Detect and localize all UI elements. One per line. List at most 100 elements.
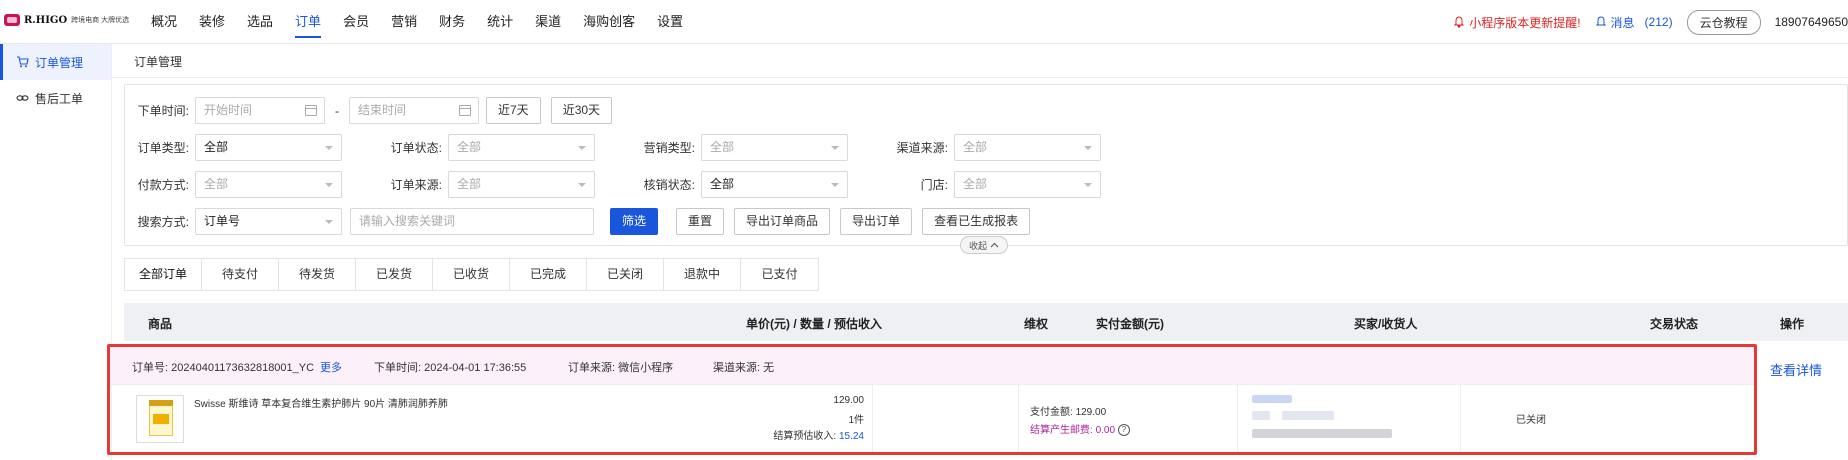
unit-price: 129.00	[833, 395, 864, 406]
link-icon	[16, 95, 29, 101]
chevron-down-icon	[578, 183, 586, 187]
sidebar-item-label: 订单管理	[35, 55, 84, 70]
tab-refunding[interactable]: 退款中	[664, 259, 741, 290]
view-reports-button[interactable]: 查看已生成报表	[922, 208, 1031, 235]
col-actions: 操作	[1780, 317, 1805, 331]
calendar-icon	[459, 105, 471, 116]
verify-status-value: 全部	[710, 177, 735, 191]
nav-item-finance[interactable]: 财务	[428, 0, 476, 44]
receiver-address-redacted	[1252, 429, 1392, 438]
filter-button[interactable]: 筛选	[610, 208, 659, 235]
nav-item-channels[interactable]: 渠道	[524, 0, 572, 44]
column-divider	[1237, 385, 1238, 452]
bell-icon	[1595, 16, 1606, 26]
price-column: 129.00 1件 结算预估收入: 15.24	[650, 395, 864, 447]
nav-item-products[interactable]: 选品	[236, 0, 284, 44]
tab-all-orders[interactable]: 全部订单	[125, 259, 202, 290]
paid-amount: 支付金额: 129.00	[1030, 403, 1130, 418]
nav-item-creators[interactable]: 海购创客	[572, 0, 646, 44]
last-7-days-button[interactable]: 近7天	[486, 97, 541, 124]
pay-method-select[interactable]: 全部	[195, 171, 342, 198]
brand-logo[interactable]: R.HIGO 跨境电商 大牌优选	[4, 14, 129, 26]
search-method-select[interactable]: 订单号	[195, 208, 342, 235]
account-phone[interactable]: 18907649650	[1775, 15, 1848, 29]
tab-received[interactable]: 已收货	[433, 259, 510, 290]
brand-logo-mark-icon	[4, 14, 20, 26]
chevron-down-icon	[831, 146, 839, 150]
order-status-select[interactable]: 全部	[448, 134, 595, 161]
filter-row-time: 下单时间: 开始时间 - 结束时间 近7天 近30天	[125, 97, 613, 124]
nav-item-settings[interactable]: 设置	[646, 0, 694, 44]
top-right-area: 小程序版本更新提醒! 消息 (212) 云仓教程 18907649650	[1453, 0, 1848, 44]
chevron-down-icon	[1084, 146, 1092, 150]
calendar-icon	[305, 105, 317, 116]
order-source: 订单来源: 微信小程序	[568, 359, 673, 375]
export-orders-button[interactable]: 导出订单	[840, 208, 913, 235]
store-select[interactable]: 全部	[954, 171, 1101, 198]
order-status-value: 全部	[457, 140, 482, 154]
brand-tagline: 跨境电商 大牌优选	[71, 17, 130, 24]
cloud-tutorial-button[interactable]: 云仓教程	[1686, 9, 1761, 35]
order-card-header: 订单号: 20240401173632818001_YC 更多 下单时间: 20…	[110, 347, 1754, 385]
update-notice[interactable]: 小程序版本更新提醒!	[1453, 14, 1581, 31]
search-input[interactable]: 请输入搜索关键词	[350, 208, 594, 235]
channel-source-label: 渠道来源:	[896, 141, 948, 155]
nav-item-orders[interactable]: 订单	[284, 0, 332, 44]
nav-item-statistics[interactable]: 统计	[476, 0, 524, 44]
column-divider	[872, 385, 873, 452]
chevron-down-icon	[325, 146, 333, 150]
tab-pending-shipment[interactable]: 待发货	[279, 259, 356, 290]
last-30-days-button[interactable]: 近30天	[550, 97, 613, 124]
settlement-fee-label: 结算产生邮费:	[1030, 425, 1093, 436]
search-placeholder: 请输入搜索关键词	[359, 214, 456, 228]
tab-paid[interactable]: 已支付	[741, 259, 818, 290]
product-lid-image	[149, 400, 173, 406]
order-source-select[interactable]: 全部	[448, 171, 595, 198]
nav-item-decoration[interactable]: 装修	[188, 0, 236, 44]
nav-item-members[interactable]: 会员	[332, 0, 380, 44]
sidebar-item-after-sales[interactable]: 售后工单	[0, 80, 111, 116]
tab-pending-payment[interactable]: 待支付	[202, 259, 279, 290]
messages-link[interactable]: 消息 (212)	[1595, 14, 1673, 31]
paid-column: 支付金额: 129.00 结算产生邮费: 0.00 ?	[1030, 403, 1130, 437]
col-buyer: 买家/收货人	[1354, 317, 1418, 331]
end-time-input[interactable]: 结束时间	[349, 97, 479, 124]
filter-row-types: 订单类型: 全部 订单状态: 全部 营销类型: 全部 渠道来源: 全部	[125, 134, 1101, 161]
column-divider	[1460, 385, 1461, 452]
product-thumbnail[interactable]	[136, 395, 184, 443]
filter-row-search: 搜索方式: 订单号 请输入搜索关键词 筛选 重置 导出订单商品 导出订单 查看已…	[125, 208, 1031, 235]
sidebar-item-order-management[interactable]: 订单管理	[0, 44, 111, 80]
breadcrumb-bar: 订单管理	[112, 44, 1848, 78]
view-details-link[interactable]: 查看详情	[1770, 360, 1822, 379]
verify-status-select[interactable]: 全部	[701, 171, 848, 198]
product-name[interactable]: Swisse 斯维诗 草本复合维生素护肺片 90片 清肺润肺养肺	[194, 395, 448, 410]
tab-shipped[interactable]: 已发货	[356, 259, 433, 290]
estimated-income: 结算预估收入: 15.24	[773, 427, 864, 442]
col-price-qty-income: 单价(元) / 数量 / 预估收入	[746, 317, 882, 331]
collapse-filters-button[interactable]: 收起	[960, 236, 1008, 254]
nav-item-marketing[interactable]: 营销	[380, 0, 428, 44]
pay-method-label: 付款方式:	[137, 178, 189, 192]
update-notice-text: 小程序版本更新提醒!	[1469, 15, 1581, 30]
brand-name: R.HIGO	[24, 14, 68, 26]
tab-completed[interactable]: 已完成	[510, 259, 587, 290]
order-status-tabs: 全部订单 待支付 待发货 已发货 已收货 已完成 已关闭 退款中 已支付	[124, 258, 819, 291]
export-order-products-button[interactable]: 导出订单商品	[734, 208, 831, 235]
marketing-type-select[interactable]: 全部	[701, 134, 848, 161]
breadcrumb: 订单管理	[134, 55, 183, 69]
more-link[interactable]: 更多	[320, 359, 342, 375]
help-icon[interactable]: ?	[1117, 424, 1130, 437]
channel-source-select[interactable]: 全部	[954, 134, 1101, 161]
chevron-down-icon	[325, 220, 333, 224]
trade-status: 已关闭	[1516, 415, 1546, 426]
chevron-down-icon	[1084, 183, 1092, 187]
order-channel-label: 渠道来源:	[713, 362, 761, 374]
start-time-input[interactable]: 开始时间	[195, 97, 325, 124]
settlement-fee-value: 0.00	[1095, 425, 1116, 436]
reset-button[interactable]: 重置	[676, 208, 725, 235]
order-type-select[interactable]: 全部	[195, 134, 342, 161]
top-bar: R.HIGO 跨境电商 大牌优选 概况 装修 选品 订单 会员 营销 财务 统计…	[0, 0, 1848, 44]
tab-closed[interactable]: 已关闭	[587, 259, 664, 290]
nav-item-overview[interactable]: 概况	[140, 0, 188, 44]
column-divider	[1018, 385, 1019, 452]
